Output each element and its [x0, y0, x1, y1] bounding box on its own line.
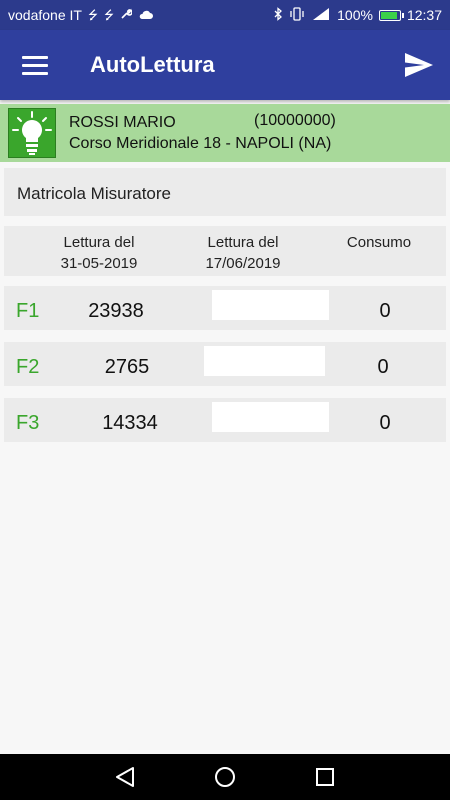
- usb-icon: ⭍: [103, 8, 114, 22]
- recent-apps-icon[interactable]: [315, 767, 335, 787]
- band-label: F3: [16, 412, 40, 434]
- system-navigation-bar: [0, 754, 450, 800]
- previous-reading-value: 23938: [88, 300, 144, 322]
- app-bar: AutoLettura: [0, 30, 450, 100]
- previous-reading-header-date: 31-05-2019: [60, 255, 138, 272]
- battery-icon: [378, 9, 404, 21]
- battery-percent: 100%: [337, 7, 373, 23]
- back-icon[interactable]: [113, 766, 137, 788]
- send-icon[interactable]: [404, 52, 434, 78]
- vibrate-icon: [289, 7, 305, 23]
- new-reading-header-date: 17/06/2019: [205, 255, 281, 272]
- consumption-value: 0: [379, 300, 391, 322]
- new-reading-input[interactable]: [204, 346, 325, 376]
- bluetooth-icon: [273, 7, 283, 23]
- previous-reading-value: 2765: [104, 356, 150, 378]
- clock: 12:37: [406, 7, 442, 23]
- customer-code: (10000000): [254, 112, 336, 129]
- previous-reading-value: 14334: [102, 412, 158, 434]
- wrench-icon: [120, 8, 133, 22]
- lightbulb-icon: [8, 108, 56, 158]
- cloud-icon: [138, 9, 154, 22]
- app-title: AutoLettura: [90, 52, 215, 77]
- meter-serial-label: Matricola Misuratore: [17, 184, 171, 203]
- reading-row-f1: F1 23938 0: [4, 286, 446, 330]
- meter-serial-field[interactable]: Matricola Misuratore: [4, 168, 446, 216]
- reading-row-f3: F3 14334 0: [4, 398, 446, 442]
- reading-row-f2: F2 2765 0: [4, 342, 446, 386]
- usb-icon: ⭍: [87, 8, 98, 22]
- readings-header: Lettura del 31-05-2019 Lettura del 17/06…: [4, 226, 446, 276]
- customer-address: Corso Meridionale 18 - NAPOLI (NA): [69, 135, 332, 152]
- consumption-value: 0: [377, 356, 389, 378]
- previous-reading-header: Lettura del 31-05-2019: [44, 232, 154, 274]
- status-bar-left: vodafone IT ⭍ ⭍: [8, 7, 154, 23]
- band-label: F2: [16, 356, 40, 378]
- home-icon[interactable]: [214, 766, 236, 788]
- customer-name: ROSSI MARIO: [69, 114, 176, 131]
- carrier-label: vodafone IT: [8, 7, 82, 23]
- consumption-value: 0: [379, 412, 391, 434]
- status-bar: vodafone IT ⭍ ⭍ 100% 12:37: [0, 0, 450, 30]
- customer-card: ROSSI MARIO (10000000) Corso Meridionale…: [0, 104, 450, 162]
- status-bar-right: 100% 12:37: [273, 7, 442, 23]
- previous-reading-header-title: Lettura del: [63, 234, 135, 251]
- signal-icon: [311, 7, 331, 23]
- battery-level-fill: [380, 11, 397, 19]
- new-reading-header-title: Lettura del: [207, 234, 279, 251]
- new-reading-header: Lettura del 17/06/2019: [188, 232, 298, 274]
- band-label: F1: [16, 300, 40, 322]
- new-reading-input[interactable]: [212, 402, 329, 432]
- consumption-header: Consumo: [346, 234, 412, 251]
- new-reading-input[interactable]: [212, 290, 329, 320]
- hamburger-menu-icon[interactable]: [22, 56, 48, 75]
